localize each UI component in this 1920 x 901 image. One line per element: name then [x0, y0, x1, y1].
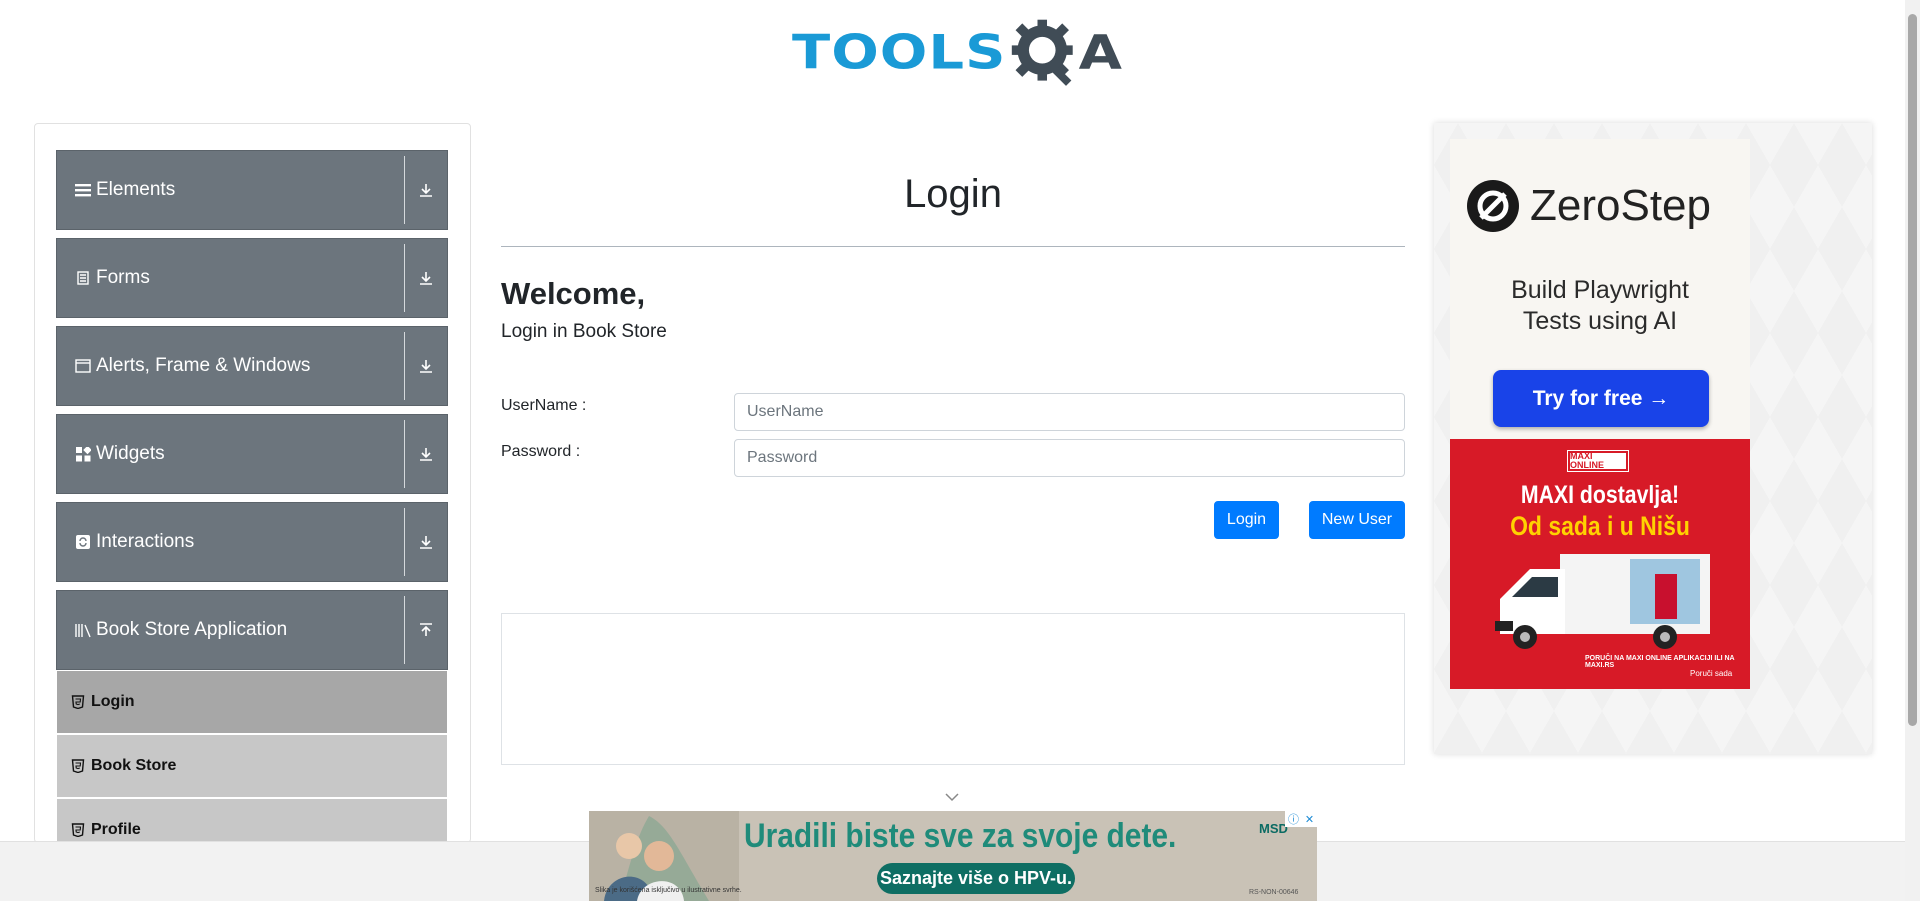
zerostep-logo: ZeroStep: [1466, 179, 1711, 233]
zerostep-ad[interactable]: ZeroStep Build Playwright Tests using AI…: [1450, 139, 1750, 439]
html5-icon: [71, 695, 85, 709]
title-divider: [501, 246, 1405, 247]
left-nav-panel: Elements Forms Alerts, Frame & Windows W…: [34, 123, 471, 843]
nav-group-label: Interactions: [96, 531, 195, 552]
page-title: Login: [904, 172, 1002, 216]
zerostep-tagline-line1: Build Playwright: [1511, 276, 1689, 304]
nav-group-label: Book Store Application: [96, 619, 288, 640]
username-label: UserName :: [501, 397, 587, 414]
new-user-button[interactable]: New User: [1309, 501, 1405, 539]
scrollbar-thumb[interactable]: [1908, 14, 1917, 726]
download-arrow-icon[interactable]: [405, 238, 447, 318]
download-arrow-icon[interactable]: [405, 326, 447, 406]
close-icon[interactable]: ✕: [1305, 813, 1314, 826]
maxi-ad[interactable]: MAXI ONLINE MAXI dostavlja! Od sada i u …: [1450, 439, 1750, 689]
download-arrow-icon[interactable]: [405, 414, 447, 494]
nav-group-forms[interactable]: Forms: [56, 238, 448, 318]
nav-group-elements[interactable]: Elements: [56, 150, 448, 230]
bottom-ad-cta-button[interactable]: Saznajte više o HPV-u.: [877, 863, 1075, 894]
bottom-ad-code: RS-NON-00646: [1249, 889, 1299, 896]
interactions-icon: [74, 533, 92, 551]
login-subtitle: Login in Book Store: [501, 321, 667, 342]
page: TOOLS A Elements Forms Alerts, Frame & W…: [0, 0, 1920, 901]
msd-brand: MSD: [1259, 821, 1288, 836]
nav-group-label: Widgets: [96, 443, 165, 464]
bottom-advertisement[interactable]: Uradili biste sve za svoje dete. Saznajt…: [589, 811, 1317, 901]
form-icon: [74, 269, 92, 287]
nav-group-label: Elements: [96, 179, 176, 200]
password-label: Password :: [501, 443, 581, 460]
adchoices-icon[interactable]: ⓘ: [1288, 811, 1299, 827]
nav-group-interactions[interactable]: Interactions: [56, 502, 448, 582]
logo-text-a: A: [1078, 25, 1122, 81]
sidebar-item-login[interactable]: Login: [57, 671, 447, 733]
maxi-small-text: PORUČI NA MAXI ONLINE APLIKACIJI ILI NA …: [1585, 655, 1735, 669]
sidebar-item-label: Profile: [91, 821, 141, 838]
download-arrow-icon[interactable]: [405, 502, 447, 582]
upload-arrow-icon[interactable]: [405, 590, 447, 670]
sidebar-item-label: Book Store: [91, 757, 177, 774]
zerostep-brand: ZeroStep: [1530, 181, 1711, 230]
sidebar-item-label: Login: [91, 693, 135, 710]
nav-group-label: Forms: [96, 267, 150, 288]
download-arrow-icon[interactable]: [405, 150, 447, 230]
welcome-heading: Welcome,: [501, 276, 646, 311]
html5-icon: [71, 823, 85, 837]
books-icon: [74, 621, 92, 639]
list-icon: [74, 181, 92, 199]
maxi-badge: MAXI ONLINE: [1567, 450, 1629, 472]
zerostep-tagline: Build Playwright Tests using AI: [1450, 275, 1750, 337]
bottom-ad-headline: Uradili biste sve za svoje dete.: [744, 817, 1177, 855]
sidebar-item-book-store[interactable]: Book Store: [57, 735, 447, 797]
ad-controls[interactable]: ⓘ ✕: [1285, 811, 1317, 827]
output-panel: [501, 613, 1405, 765]
toolsqa-logo[interactable]: TOOLS A: [792, 14, 1122, 92]
right-advertisement[interactable]: ZeroStep Build Playwright Tests using AI…: [1434, 123, 1872, 754]
widgets-icon: [74, 445, 92, 463]
nav-group-widgets[interactable]: Widgets: [56, 414, 448, 494]
nav-group-label: Alerts, Frame & Windows: [96, 355, 311, 376]
try-for-free-button[interactable]: Try for free →: [1493, 370, 1709, 427]
nav-group-alerts-frame-windows[interactable]: Alerts, Frame & Windows: [56, 326, 448, 406]
username-input[interactable]: [734, 393, 1405, 431]
zerostep-logo-icon: [1467, 180, 1519, 232]
sidebar-item-profile[interactable]: Profile: [57, 799, 447, 842]
zerostep-tagline-line2: Tests using AI: [1522, 307, 1678, 335]
page-scrollbar[interactable]: [1905, 0, 1920, 901]
maxi-cta[interactable]: Poruči sada: [1690, 669, 1732, 678]
logo-text-tools: TOOLS: [792, 24, 1007, 81]
maxi-subheadline: Od sada i u Nišu: [1510, 511, 1690, 541]
bottom-ad-disclaimer: Slika je korišćena isključivo u ilustrat…: [595, 887, 742, 894]
chevron-down-icon[interactable]: [944, 792, 960, 802]
html5-icon: [71, 759, 85, 773]
nav-group-book-store-application[interactable]: Book Store Application: [56, 590, 448, 670]
delivery-truck-image: [1495, 554, 1710, 649]
password-input[interactable]: [734, 439, 1405, 477]
window-icon: [74, 357, 92, 375]
login-button[interactable]: Login: [1214, 501, 1279, 539]
gear-magnifier-icon: [1012, 19, 1074, 86]
maxi-headline: MAXI dostavlja!: [1520, 481, 1680, 509]
